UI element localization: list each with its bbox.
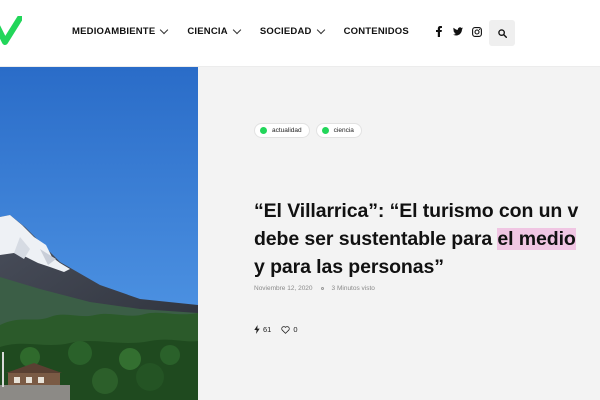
tag-dot-icon: [260, 127, 267, 134]
main-nav: MEDIOAMBIENTE CIENCIA SOCIEDAD CONTENIDO…: [72, 25, 409, 37]
nav-item-ciencia[interactable]: CIENCIA: [187, 25, 242, 37]
title-highlight: el medio: [497, 228, 576, 250]
twitter-icon[interactable]: [453, 26, 463, 37]
lightning-icon: [254, 325, 260, 334]
facebook-icon[interactable]: [434, 26, 444, 37]
article-tags: actualidad ciencia: [254, 123, 362, 138]
chevron-down-icon: [160, 25, 169, 35]
tag-dot-icon: [321, 127, 329, 134]
likes-count: 0: [293, 325, 298, 334]
article-meta: Noviembre 12, 2020 3 Minutos visto: [254, 285, 375, 292]
article-read-time: 3 Minutos visto: [331, 285, 375, 292]
article-title[interactable]: “El Villarrica”: “El turismo con un v de…: [254, 197, 600, 281]
search-icon: [497, 28, 507, 38]
nav-item-label: SOCIEDAD: [259, 26, 312, 37]
nav-item-sociedad[interactable]: SOCIEDAD: [259, 25, 325, 37]
tag-label: actualidad: [272, 127, 302, 134]
article-stats: 61 0: [254, 325, 308, 334]
tag-ciencia[interactable]: ciencia: [315, 123, 362, 138]
nav-item-label: CIENCIA: [187, 26, 228, 37]
article-panel: actualidad ciencia “El Villarrica”: “El …: [198, 67, 600, 400]
site-logo[interactable]: [0, 16, 22, 46]
chevron-down-icon: [232, 25, 242, 35]
shares-counter[interactable]: 61: [254, 325, 271, 334]
chevron-down-icon: [316, 25, 325, 35]
instagram-icon[interactable]: [472, 26, 482, 37]
nav-item-label: MEDIOAMBIENTE: [72, 26, 156, 37]
tag-label: ciencia: [333, 127, 354, 134]
meta-separator-icon: [320, 287, 324, 290]
article-date: Noviembre 12, 2020: [254, 285, 313, 292]
article-title-line-2-text: debe ser sustentable para: [254, 228, 498, 250]
site-header: MEDIOAMBIENTE CIENCIA SOCIEDAD CONTENIDO…: [0, 0, 600, 67]
heart-icon: [281, 325, 290, 334]
nav-item-contenidos[interactable]: CONTENIDOS: [344, 26, 409, 37]
nav-item-medioambiente[interactable]: MEDIOAMBIENTE: [72, 25, 169, 37]
article-title-line-2: debe ser sustentable para el medio: [254, 225, 600, 253]
article-hero-image[interactable]: [0, 67, 198, 400]
article-title-line-3: y para las personas”: [254, 256, 444, 278]
tag-actualidad[interactable]: actualidad: [254, 123, 310, 138]
social-links: [434, 26, 482, 37]
shares-count: 61: [263, 325, 272, 334]
search-button[interactable]: [489, 20, 515, 46]
nav-item-label: CONTENIDOS: [343, 26, 409, 37]
likes-counter[interactable]: 0: [281, 325, 298, 334]
article-title-line-1: “El Villarrica”: “El turismo con un v: [254, 200, 579, 222]
